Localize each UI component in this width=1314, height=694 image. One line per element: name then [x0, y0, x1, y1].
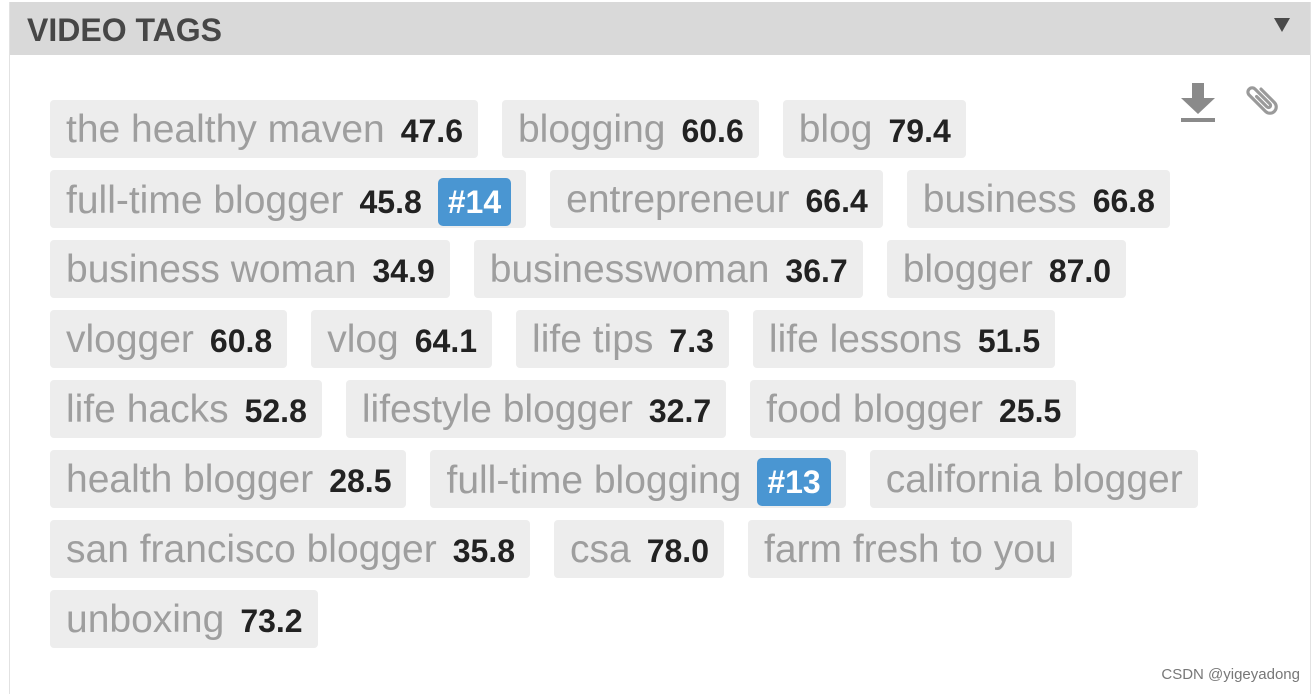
- tag-label: life hacks: [66, 388, 229, 431]
- tag-row: full-time blogger 45.8 #14 entrepreneur …: [50, 170, 1198, 228]
- tag-chip[interactable]: life hacks 52.8: [50, 380, 322, 438]
- tag-score: 79.4: [888, 113, 951, 149]
- tag-label: the healthy maven: [66, 108, 385, 151]
- tag-score: 35.8: [452, 533, 515, 569]
- tag-chip[interactable]: full-time blogging #13: [430, 450, 846, 508]
- tag-label: life lessons: [768, 318, 962, 361]
- tag-label: blogger: [902, 248, 1033, 291]
- tag-chip[interactable]: csa 78.0: [554, 520, 724, 578]
- paperclip-icon: [1246, 86, 1278, 115]
- tag-rank-badge: #13: [757, 458, 831, 506]
- tag-row: health blogger 28.5 full-time blogging #…: [50, 450, 1198, 508]
- tag-label: business: [922, 178, 1077, 221]
- triangle-down-icon: [1274, 18, 1290, 32]
- tag-score: 45.8: [359, 184, 422, 220]
- tag-rank-badge: #14: [437, 178, 512, 226]
- tag-label: unboxing: [66, 598, 225, 641]
- tag-label: farm fresh to you: [763, 528, 1057, 571]
- tag-label: vlog: [327, 318, 399, 361]
- tag-label: lifestyle blogger: [361, 388, 633, 431]
- tag-chip[interactable]: businesswoman 36.7: [473, 240, 863, 298]
- tag-chip[interactable]: life tips 7.3: [516, 310, 729, 368]
- tag-row: the healthy maven 47.6 blogging 60.6 blo…: [50, 100, 1198, 158]
- triangle-shape: [1274, 18, 1290, 32]
- tag-score: 32.7: [648, 393, 712, 429]
- collapse-toggle-button[interactable]: [1273, 17, 1291, 33]
- tag-chip[interactable]: entrepreneur 66.4: [550, 170, 883, 228]
- tag-score: 28.5: [329, 463, 392, 499]
- tag-chip[interactable]: business 66.8: [906, 170, 1170, 228]
- tag-label: health blogger: [66, 458, 314, 501]
- tag-chip[interactable]: health blogger 28.5: [50, 450, 407, 508]
- tag-score: 34.9: [372, 253, 435, 289]
- copy-tags-button[interactable]: [1243, 77, 1285, 119]
- tag-label: food blogger: [766, 388, 983, 431]
- tag-row: san francisco blogger 35.8 csa 78.0 farm…: [50, 520, 1198, 578]
- tag-row: business woman 34.9 businesswoman 36.7 b…: [50, 240, 1198, 298]
- tag-chip[interactable]: business woman 34.9: [50, 240, 450, 298]
- tag-score: 36.7: [785, 253, 848, 289]
- tag-label: full-time blogging: [446, 459, 742, 502]
- tag-chip[interactable]: blog 79.4: [782, 100, 966, 158]
- tag-row: life hacks 52.8 lifestyle blogger 32.7 f…: [50, 380, 1198, 438]
- tag-label: blogging: [517, 108, 666, 151]
- tag-chip[interactable]: lifestyle blogger 32.7: [345, 380, 727, 438]
- tag-score: 60.6: [681, 113, 744, 149]
- tag-chip[interactable]: farm fresh to you: [747, 520, 1072, 578]
- watermark: CSDN @yigeyadong: [1161, 666, 1300, 683]
- tag-score: 60.8: [209, 323, 273, 359]
- tag-score: 66.4: [805, 183, 868, 219]
- panel-title: VIDEO TAGS: [27, 12, 222, 48]
- tag-score: 87.0: [1048, 253, 1112, 289]
- tag-chip[interactable]: san francisco blogger 35.8: [50, 520, 530, 578]
- tag-chip[interactable]: blogging 60.6: [501, 100, 759, 158]
- tag-chip[interactable]: vlogger 60.8: [50, 310, 288, 368]
- tag-score: 7.3: [669, 323, 714, 359]
- tag-chip[interactable]: blogger 87.0: [886, 240, 1127, 298]
- tag-label: full-time blogger: [66, 179, 344, 222]
- tag-label: businesswoman: [489, 248, 770, 291]
- tag-label: san francisco blogger: [66, 528, 437, 571]
- tag-chip[interactable]: vlog 64.1: [311, 310, 493, 368]
- tag-chip[interactable]: california blogger: [869, 450, 1198, 508]
- tag-score: 66.8: [1092, 183, 1155, 219]
- tag-label: vlogger: [66, 318, 194, 361]
- tag-score: 64.1: [414, 323, 478, 359]
- tag-label: life tips: [532, 318, 654, 361]
- tag-label: entrepreneur: [566, 178, 790, 221]
- tag-score: 78.0: [646, 533, 709, 569]
- tag-chip[interactable]: the healthy maven 47.6: [50, 100, 478, 158]
- tag-score: 25.5: [998, 393, 1062, 429]
- tag-chip[interactable]: unboxing 73.2: [50, 590, 318, 648]
- tag-label: business woman: [66, 248, 357, 291]
- tag-label: california blogger: [885, 458, 1183, 501]
- panel-header[interactable]: VIDEO TAGS: [10, 2, 1310, 55]
- tag-row: vlogger 60.8 vlog 64.1 life tips 7.3 lif…: [50, 310, 1198, 368]
- tag-label: blog: [798, 108, 873, 151]
- tag-chip[interactable]: life lessons 51.5: [752, 310, 1056, 368]
- tag-score: 47.6: [400, 113, 463, 149]
- tag-score: 52.8: [244, 393, 307, 429]
- download-arrow-shaft: [1192, 83, 1204, 99]
- tag-row: unboxing 73.2: [50, 590, 1198, 648]
- video-tags-panel: VIDEO TAGS the healthy maven 47.6 bloggi…: [9, 2, 1311, 694]
- tag-chip[interactable]: food blogger 25.5: [750, 380, 1077, 438]
- tag-list: the healthy maven 47.6 blogging 60.6 blo…: [50, 100, 1198, 660]
- tag-label: csa: [570, 528, 631, 571]
- tag-chip[interactable]: full-time blogger 45.8 #14: [50, 170, 527, 228]
- tag-score: 73.2: [240, 603, 303, 639]
- tag-score: 51.5: [977, 323, 1041, 359]
- paperclip-shape: [1246, 86, 1278, 115]
